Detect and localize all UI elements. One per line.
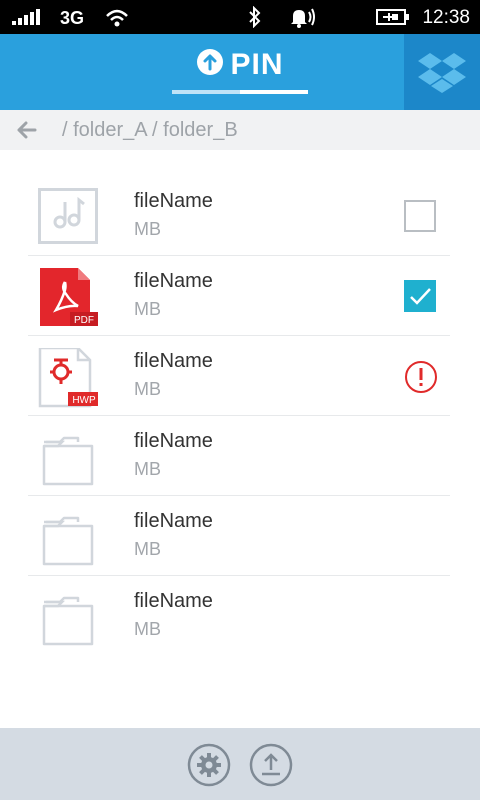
file-name: fileName: [134, 430, 213, 452]
tab-indicator: [172, 90, 308, 94]
checkbox-unchecked[interactable]: [404, 200, 436, 232]
file-checkbox[interactable]: [404, 200, 438, 234]
pdf-file-icon: PDF: [40, 268, 98, 326]
folder-icon: [42, 596, 94, 646]
file-row[interactable]: PDF fileName MB: [28, 256, 450, 336]
app-header: PIN: [0, 34, 480, 110]
file-name: fileName: [134, 350, 213, 372]
file-size: MB: [134, 539, 161, 559]
checkbox-checked-icon[interactable]: [404, 280, 436, 312]
file-checkbox[interactable]: [404, 280, 438, 314]
pdf-badge: PDF: [74, 315, 94, 326]
folder-icon: [42, 436, 94, 486]
hwp-file-icon: HWP: [38, 348, 98, 408]
file-list: fileName MB PDF fileName MB HWP fileName…: [0, 176, 480, 656]
back-arrow-icon[interactable]: [14, 118, 38, 142]
file-size: MB: [134, 299, 161, 319]
network-type: 3G: [60, 8, 85, 28]
clock: 12:38: [422, 7, 470, 28]
bluetooth-icon: [249, 6, 261, 28]
dropbox-icon: [418, 53, 466, 93]
breadcrumb: / folder_A / folder_B: [0, 110, 480, 150]
bottom-app-bar: [0, 728, 480, 800]
file-row[interactable]: fileName MB: [28, 176, 450, 256]
file-size: MB: [134, 619, 161, 639]
tab-indicator-a[interactable]: [172, 90, 240, 94]
file-row[interactable]: fileName MB: [28, 416, 450, 496]
ringer-icon: [291, 8, 315, 28]
status-bar: 3G 12:38: [0, 0, 480, 34]
file-name: fileName: [134, 190, 213, 212]
dropbox-button[interactable]: [404, 34, 480, 110]
signal-icon: [12, 9, 40, 25]
file-size: MB: [134, 459, 161, 479]
app-title-text: PIN: [230, 48, 284, 81]
battery-charging-icon: [376, 9, 409, 25]
pin-upload-icon: [197, 49, 224, 75]
music-file-icon: [38, 188, 98, 244]
wifi-icon: [106, 9, 128, 27]
tab-indicator-b[interactable]: [240, 90, 308, 94]
gear-icon: [197, 753, 221, 777]
file-row[interactable]: HWP fileName MB: [28, 336, 450, 416]
upload-button[interactable]: [249, 743, 293, 787]
file-row[interactable]: fileName MB: [28, 576, 450, 656]
hwp-badge: HWP: [72, 395, 96, 406]
file-size: MB: [134, 379, 161, 399]
breadcrumb-path[interactable]: / folder_A / folder_B: [62, 119, 238, 142]
settings-button[interactable]: [187, 743, 231, 787]
file-size: MB: [134, 219, 161, 239]
file-name: fileName: [134, 270, 213, 292]
upload-icon: [262, 753, 280, 776]
file-name: fileName: [134, 510, 213, 532]
folder-icon: [42, 516, 94, 566]
file-row[interactable]: fileName MB: [28, 496, 450, 576]
error-icon[interactable]: [404, 360, 438, 394]
file-name: fileName: [134, 590, 213, 612]
